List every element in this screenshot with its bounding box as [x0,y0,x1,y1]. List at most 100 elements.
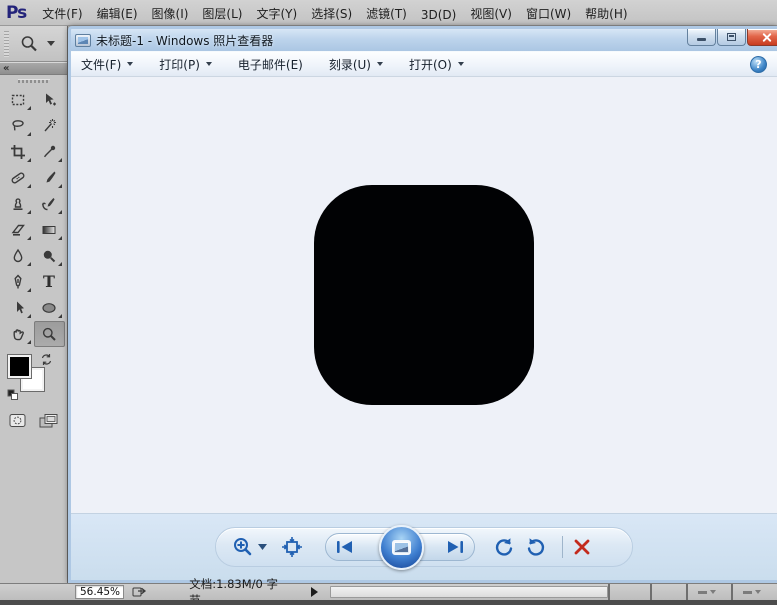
status-segment [608,584,650,601]
zoom-level-field[interactable]: 56.45% [75,585,124,599]
viewer-titlebar[interactable]: 未标题-1 - Windows 照片查看器 [71,29,777,51]
chevron-down-icon [206,62,212,66]
slideshow-icon [392,540,411,555]
tool-crop[interactable] [3,139,34,165]
previous-button[interactable] [336,540,354,554]
chevron-down-icon [458,62,464,66]
tool-clone-stamp[interactable] [3,191,34,217]
panel-collapse-button[interactable]: « [0,62,67,75]
photo-viewer-window: 未标题-1 - Windows 照片查看器 文件(F) 打印(P) 电子邮件(E… [68,26,777,583]
flyout-indicator [27,314,31,318]
tool-pen[interactable] [3,269,34,295]
flyout-indicator [58,184,62,188]
status-segment-dropdown[interactable] [731,584,777,601]
flyout-indicator [27,340,31,344]
tool-type[interactable]: T [34,269,65,295]
default-colors-icon[interactable] [7,389,19,404]
tool-spot-healing-brush[interactable] [3,165,34,191]
toolbar-bottom-buttons [0,403,67,432]
ps-menu-view[interactable]: 视图(V) [470,5,512,22]
rotate-clockwise-button[interactable] [525,536,547,558]
tool-options-bar [0,26,67,62]
options-grip-handle[interactable] [4,31,9,57]
flyout-indicator [27,262,31,266]
tool-ellipse-shape[interactable] [34,295,65,321]
zoom-option-dropdown-icon[interactable] [47,41,55,46]
flyout-indicator [58,158,62,162]
tool-brush[interactable] [34,165,65,191]
viewer-menu-open[interactable]: 打开(O) [409,56,464,73]
tool-hand[interactable] [3,321,34,347]
ps-menu-select[interactable]: 选择(S) [311,5,352,22]
chevron-down-icon [755,590,761,594]
tool-magic-wand[interactable] [34,113,65,139]
ps-menu-edit[interactable]: 编辑(E) [97,5,138,22]
swap-colors-icon[interactable] [40,353,53,369]
tool-zoom[interactable] [34,321,65,347]
tool-rectangular-marquee[interactable] [3,87,34,113]
photo-viewer-app-icon [75,34,91,47]
slideshow-button[interactable] [379,525,424,570]
quick-mask-icon[interactable] [9,413,27,432]
screen-mode-icon[interactable] [39,413,58,432]
status-segment-dropdown[interactable] [686,584,732,601]
tool-dodge[interactable] [34,243,65,269]
tool-move[interactable] [34,87,65,113]
flyout-indicator [27,210,31,214]
next-button[interactable] [446,540,464,554]
viewer-image-area [71,77,777,514]
zoom-button[interactable] [232,536,254,558]
ps-menu-type[interactable]: 文字(Y) [256,5,297,22]
delete-button[interactable] [573,538,591,556]
zoom-dropdown-icon[interactable] [258,544,267,550]
ps-menu-filter[interactable]: 滤镜(T) [366,5,407,22]
viewer-menubar: 文件(F) 打印(P) 电子邮件(E) 刻录(U) 打开(O) ? [71,51,777,77]
photo-black-rounded-square [314,185,534,405]
tool-path-selection[interactable] [3,295,34,321]
flyout-indicator [58,262,62,266]
ps-menu-3d[interactable]: 3D(D) [421,8,456,22]
viewer-menu-email[interactable]: 电子邮件(E) [238,56,303,73]
toolbar-divider [562,536,563,558]
ps-menu-window[interactable]: 窗口(W) [526,5,571,22]
zoom-option-icon [19,34,39,54]
maximize-button[interactable] [717,29,746,46]
export-arrow-icon[interactable] [132,585,147,600]
photoshop-statusbar: 56.45% 文档:1.83M/0 字节 [0,583,777,600]
help-icon[interactable]: ? [750,56,767,73]
flyout-indicator [27,132,31,136]
viewer-menu-print[interactable]: 打印(P) [159,56,212,73]
status-flyout-icon[interactable] [311,587,318,597]
tool-blur[interactable] [3,243,34,269]
horizontal-scrollbar[interactable] [330,586,607,598]
tool-gradient[interactable] [34,217,65,243]
navigation-group [325,533,475,561]
tool-eraser[interactable] [3,217,34,243]
tool-history-brush[interactable] [34,191,65,217]
viewer-bottombar [71,514,777,580]
viewer-menu-file[interactable]: 文件(F) [81,56,133,73]
flyout-indicator [58,236,62,240]
type-tool-icon: T [43,274,55,290]
rotate-counterclockwise-button[interactable] [493,536,515,558]
panel-grip[interactable] [0,75,67,87]
flyout-indicator [58,314,62,318]
minimize-button[interactable] [687,29,716,46]
close-icon [761,32,772,43]
tool-eyedropper[interactable] [34,139,65,165]
flyout-indicator [27,106,31,110]
photoshop-menubar: Ps 文件(F) 编辑(E) 图像(I) 图层(L) 文字(Y) 选择(S) 滤… [0,0,777,26]
chevron-down-icon [710,590,716,594]
viewer-menu-burn[interactable]: 刻录(U) [329,56,383,73]
flyout-indicator [58,210,62,214]
flyout-indicator [27,158,31,162]
ps-menu-file[interactable]: 文件(F) [42,5,82,22]
window-bottom-edge [0,600,777,605]
ps-menu-help[interactable]: 帮助(H) [585,5,627,22]
tool-lasso[interactable] [3,113,34,139]
foreground-color-swatch[interactable] [8,355,31,378]
close-button[interactable] [747,29,777,46]
ps-menu-layer[interactable]: 图层(L) [202,5,242,22]
actual-size-button[interactable] [281,536,303,558]
ps-menu-image[interactable]: 图像(I) [152,5,189,22]
